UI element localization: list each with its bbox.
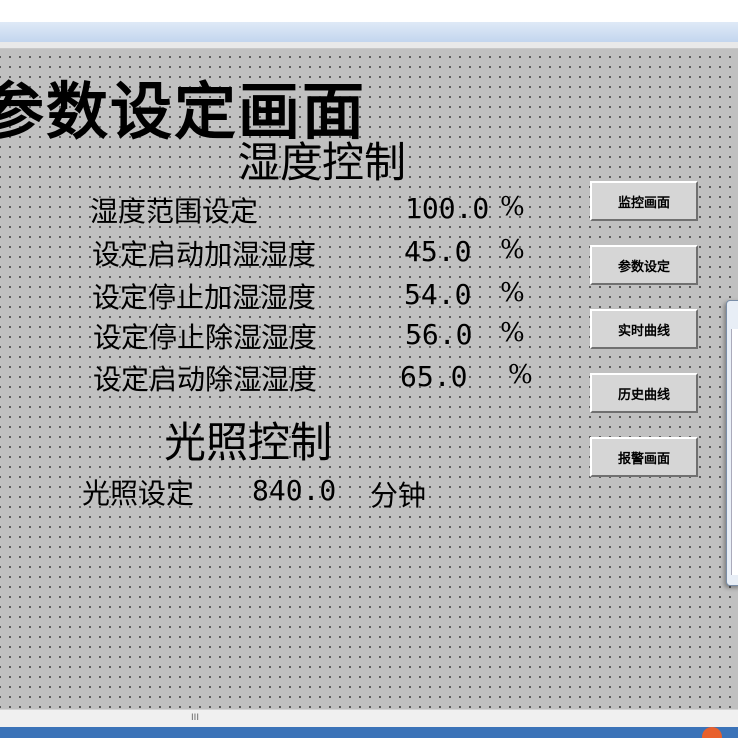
stop-dehumidify-label: 设定停止除湿湿度 xyxy=(93,321,318,354)
start-humidify-value[interactable]: 45.0 xyxy=(404,235,471,268)
alarm-screen-button[interactable]: 报警画面 xyxy=(590,437,698,477)
top-ruler xyxy=(0,42,738,49)
horizontal-scrollbar[interactable]: III xyxy=(0,709,738,728)
monitor-screen-button[interactable]: 监控画面 xyxy=(590,181,698,221)
light-setting-value[interactable]: 840.0 xyxy=(252,474,336,507)
window-title-bar xyxy=(0,22,738,43)
light-heading: 光照控制 xyxy=(164,418,333,467)
start-humidify-unit: % xyxy=(500,235,525,265)
design-canvas[interactable]: 参数设定画面 湿度控制 湿度范围设定 100.0 % 设定启动加湿湿度 45.0… xyxy=(0,49,738,709)
start-dehumidify-label: 设定启动除湿湿度 xyxy=(93,363,318,396)
overlapping-window-content xyxy=(731,329,738,575)
parameter-settings-button[interactable]: 参数设定 xyxy=(590,245,698,285)
top-blank-bar xyxy=(0,0,738,22)
light-setting-label: 光照设定 xyxy=(82,477,195,510)
overlapping-window-edge[interactable] xyxy=(726,300,738,586)
stop-dehumidify-unit: % xyxy=(500,318,525,348)
humidity-heading: 湿度控制 xyxy=(238,138,407,187)
taskbar xyxy=(0,727,738,738)
light-setting-unit: 分钟 xyxy=(370,479,427,512)
humidity-range-unit: % xyxy=(500,192,525,222)
realtime-curve-button[interactable]: 实时曲线 xyxy=(590,309,698,349)
humidity-range-value[interactable]: 100.0 xyxy=(405,192,489,225)
stop-humidify-label: 设定停止加湿湿度 xyxy=(92,281,317,314)
humidity-range-label: 湿度范围设定 xyxy=(90,195,259,228)
scrollbar-thumb-grip[interactable]: III xyxy=(184,713,206,724)
start-humidify-label: 设定启动加湿湿度 xyxy=(92,238,317,271)
start-dehumidify-value[interactable]: 65.0 xyxy=(400,360,467,393)
start-dehumidify-unit: % xyxy=(508,360,533,390)
history-curve-button[interactable]: 历史曲线 xyxy=(590,373,698,413)
stop-humidify-value[interactable]: 54.0 xyxy=(404,278,471,311)
stop-humidify-unit: % xyxy=(500,278,525,308)
stop-dehumidify-value[interactable]: 56.0 xyxy=(405,318,472,351)
